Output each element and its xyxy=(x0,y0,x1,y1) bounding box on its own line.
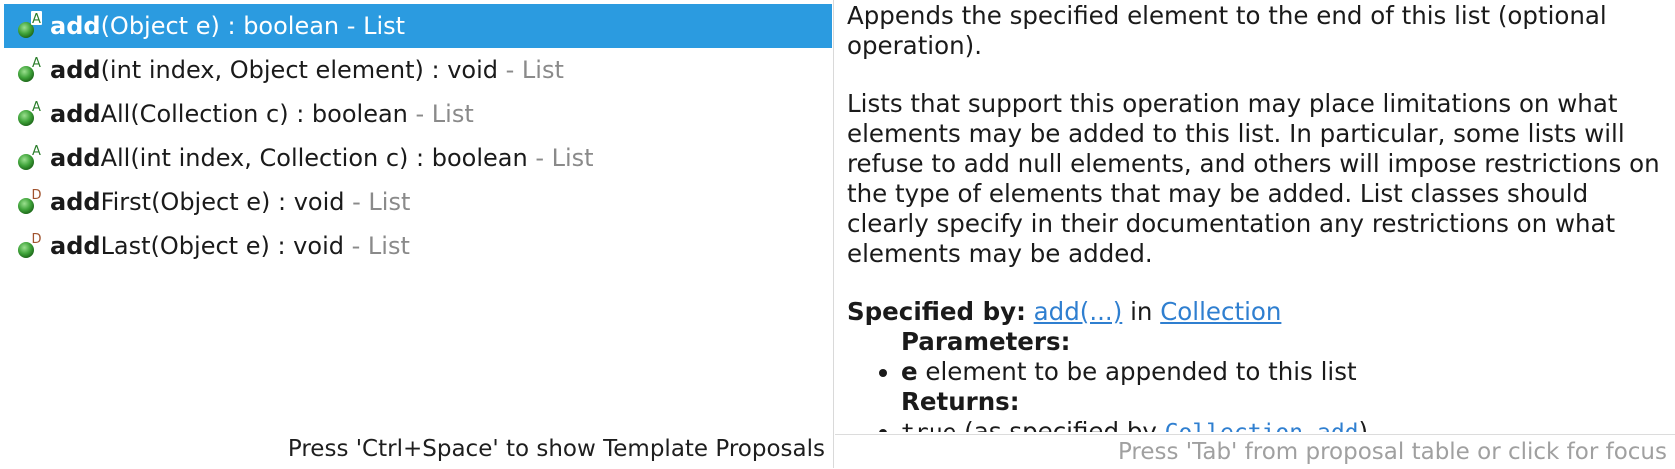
proposal-qualifier: - List xyxy=(527,144,594,172)
specified-by-method-link[interactable]: add(...) xyxy=(1034,297,1123,326)
default-method-icon: D xyxy=(16,230,48,262)
proposal-prefix: add xyxy=(50,12,101,40)
returns-close: ) xyxy=(1358,417,1369,432)
svg-text:A: A xyxy=(32,100,41,115)
proposal-item[interactable]: Aadd All(int index, Collection c) : boole… xyxy=(4,136,832,180)
proposal-qualifier: - List xyxy=(343,232,410,260)
proposal-signature: (Object e) : boolean xyxy=(100,12,340,40)
returns-code: true xyxy=(901,420,956,432)
documentation-body: Appends the specified element to the end… xyxy=(847,0,1669,432)
returns-link-code: Collection.add xyxy=(1165,420,1359,432)
returns-text: (as specified by xyxy=(956,417,1165,432)
proposal-qualifier: - List xyxy=(407,100,474,128)
proposal-item[interactable]: Aadd All(Collection c) : boolean - List xyxy=(4,92,832,136)
proposal-signature: (int index, Object element) : void xyxy=(100,56,499,84)
proposal-item[interactable]: Dadd First(Object e) : void - List xyxy=(4,180,832,224)
default-method-icon: D xyxy=(16,186,48,218)
returns-item: true (as specified by Collection.add) xyxy=(901,417,1669,432)
proposal-status: Press 'Ctrl+Space' to show Template Prop… xyxy=(287,436,825,462)
svg-text:A: A xyxy=(32,56,41,71)
abstract-method-icon: A xyxy=(16,142,48,174)
svg-text:D: D xyxy=(31,188,41,203)
proposal-signature: All(Collection c) : boolean xyxy=(100,100,408,128)
proposal-list[interactable]: Aadd (Object e) : boolean - List Aadd (int … xyxy=(4,4,832,268)
returns-label: Returns: xyxy=(901,387,1020,416)
proposal-prefix: add xyxy=(50,56,101,84)
returns-link[interactable]: Collection.add xyxy=(1165,417,1359,432)
proposal-panel: Aadd (Object e) : boolean - List Aadd (int … xyxy=(0,0,834,468)
proposal-prefix: add xyxy=(50,100,101,128)
parameter-name: e xyxy=(901,357,918,386)
abstract-method-icon: A xyxy=(16,54,48,86)
parameter-description: element to be appended to this list xyxy=(917,357,1357,386)
svg-text:A: A xyxy=(32,144,41,159)
proposal-item[interactable]: Dadd Last(Object e) : void - List xyxy=(4,224,832,268)
proposal-item[interactable]: Aadd (Object e) : boolean - List xyxy=(4,4,832,48)
proposal-item[interactable]: Aadd (int index, Object element) : void -… xyxy=(4,48,832,92)
doc-paragraph-details: Lists that support this operation may pl… xyxy=(847,89,1660,268)
specified-by-in: in xyxy=(1122,297,1161,326)
proposal-qualifier: - List xyxy=(339,12,406,40)
svg-text:D: D xyxy=(31,232,41,247)
specified-by-label: Specified by: xyxy=(847,297,1026,326)
proposal-prefix: add xyxy=(50,144,101,172)
parameters-label: Parameters: xyxy=(901,327,1071,356)
abstract-method-icon: A xyxy=(16,10,48,42)
svg-text:A: A xyxy=(32,12,41,27)
returns-list: true (as specified by Collection.add) xyxy=(847,417,1669,432)
proposal-prefix: add xyxy=(50,188,101,216)
documentation-panel[interactable]: Appends the specified element to the end… xyxy=(835,0,1675,468)
proposal-qualifier: - List xyxy=(344,188,411,216)
abstract-method-icon: A xyxy=(16,98,48,130)
documentation-status: Press 'Tab' from proposal table or click… xyxy=(835,434,1675,468)
proposal-signature: All(int index, Collection c) : boolean xyxy=(100,144,528,172)
proposal-qualifier: - List xyxy=(498,56,564,84)
parameter-item: e element to be appended to this list xyxy=(901,357,1669,387)
proposal-signature: First(Object e) : void xyxy=(100,188,345,216)
parameters-list: e element to be appended to this list xyxy=(847,357,1669,387)
proposal-signature: Last(Object e) : void xyxy=(100,232,344,260)
specified-by-class-link[interactable]: Collection xyxy=(1160,297,1281,326)
specified-by-line: Specified by: add(...) in Collection xyxy=(847,297,1669,327)
proposal-prefix: add xyxy=(50,232,101,260)
doc-paragraph-summary: Appends the specified element to the end… xyxy=(847,1,1607,60)
